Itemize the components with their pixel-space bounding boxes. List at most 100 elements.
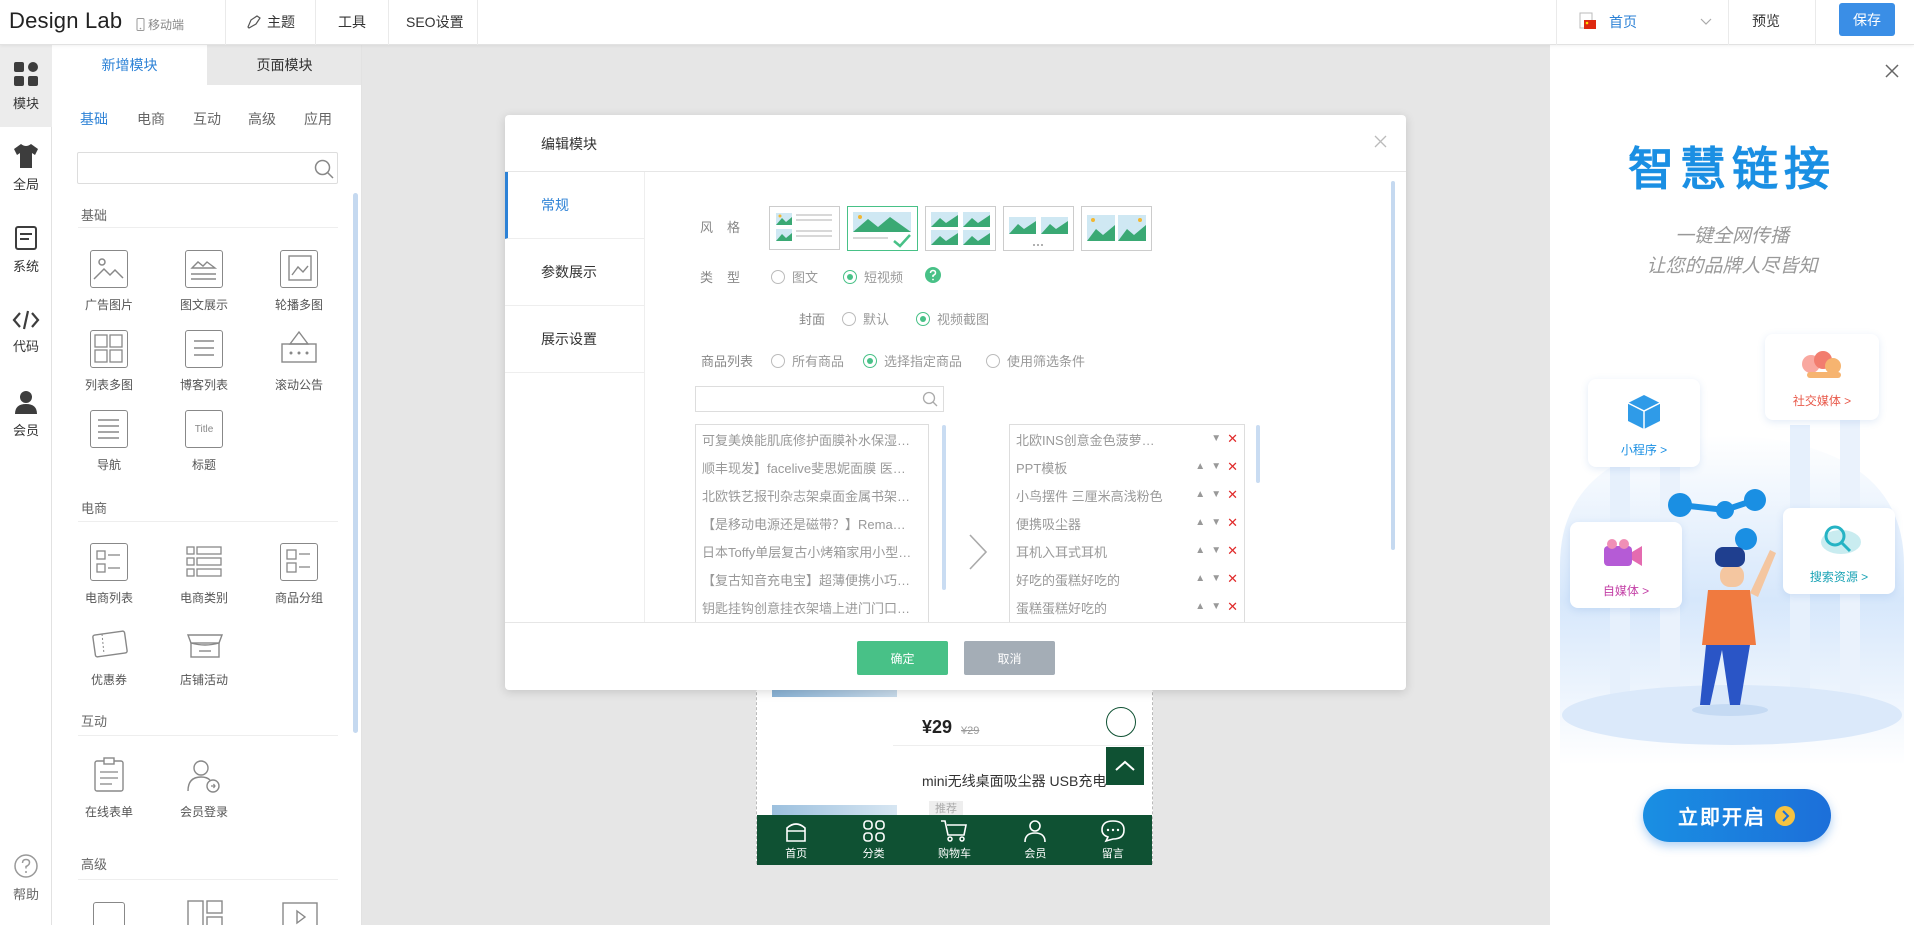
subtab-apps[interactable]: 应用 [304,109,332,129]
module-title[interactable]: Title 标题 [164,410,244,473]
selected-item[interactable]: 好吃的蛋糕好吃的 ▲ ▼ ✕ [1010,565,1244,593]
selected-item[interactable]: 蛋糕蛋糕好吃的 ▲ ▼ ✕ [1010,593,1244,621]
move-down-icon[interactable]: ▼ [1211,462,1221,472]
promo-card-miniprogram[interactable]: 小程序 > [1588,379,1700,467]
delete-icon[interactable]: ✕ [1227,516,1238,529]
move-up-icon[interactable]: ▲ [1195,574,1205,584]
phone-nav-home[interactable]: 首页 [783,819,809,861]
goods-search-input[interactable] [695,386,944,412]
move-down-icon[interactable]: ▼ [1211,574,1221,584]
module-ecom-category[interactable]: 电商类别 [164,543,244,606]
move-down-icon[interactable]: ▼ [1211,518,1221,528]
rail-item-member[interactable]: 会员 [0,373,52,455]
cover-radio-default[interactable]: 默认 [842,309,889,328]
move-up-icon[interactable]: ▲ [1195,490,1205,500]
back-to-top-button[interactable] [1106,747,1144,785]
help-icon[interactable] [925,267,941,283]
phone-nav-message[interactable]: 留言 [1100,819,1126,861]
type-radio-imagetext[interactable]: 图文 [771,267,818,286]
rail-item-help[interactable]: 帮助 [0,843,52,913]
selected-item[interactable]: 北欧INS创意金色菠萝… ▼ ✕ [1010,425,1244,453]
style-option-4[interactable] [1003,206,1074,251]
module-member-login[interactable]: 会员登录 [164,757,244,820]
menu-theme[interactable]: 主题 [245,12,295,32]
module-shop-activity[interactable]: 店铺活动 [164,625,244,688]
module-ad-image[interactable]: 广告图片 [69,250,149,313]
delete-icon[interactable]: ✕ [1227,544,1238,557]
goods-item[interactable]: 【复古知音充电宝】超薄便携小巧… [696,565,928,593]
cover-radio-screenshot[interactable]: 视频截图 [916,309,989,328]
delete-icon[interactable]: ✕ [1227,600,1238,613]
save-button[interactable]: 保存 [1839,3,1895,36]
goods-item[interactable]: 日本Toffy单层复古小烤箱家用小型… [696,537,928,565]
goods-radio-specified[interactable]: 选择指定商品 [863,351,962,370]
rail-item-code[interactable]: 代码 [0,291,52,373]
goods-item[interactable]: 【是移动电源还是磁带？】Rema… [696,509,928,537]
style-option-1[interactable] [769,206,840,250]
module-search-input[interactable] [77,152,338,184]
move-up-icon[interactable]: ▲ [1195,518,1205,528]
goods-item[interactable]: 北欧铁艺报刊杂志架桌面金属书架… [696,481,928,509]
selected-item[interactable]: 耳机入耳式耳机 ▲ ▼ ✕ [1010,537,1244,565]
chevron-right-icon[interactable] [967,533,989,571]
subtab-advanced[interactable]: 高级 [248,109,276,129]
mobile-mode-toggle[interactable]: 移动端 [136,16,184,33]
subtab-basic[interactable]: 基础 [80,109,108,129]
tab-display-settings[interactable]: 展示设置 [505,306,645,373]
move-up-icon[interactable]: ▲ [1195,462,1205,472]
module-advanced-3[interactable] [282,902,318,925]
tab-add-module[interactable]: 新增模块 [52,45,207,85]
move-up-icon[interactable]: ▲ [1195,602,1205,612]
promo-cta-button[interactable]: 立即开启 [1643,789,1831,842]
delete-icon[interactable]: ✕ [1227,488,1238,501]
tab-params[interactable]: 参数展示 [505,239,645,306]
tab-page-module[interactable]: 页面模块 [207,45,361,85]
list-scrollbar[interactable] [942,425,946,590]
delete-icon[interactable]: ✕ [1227,572,1238,585]
close-icon[interactable] [1884,63,1900,79]
module-scroll-notice[interactable]: 滚动公告 [259,330,339,393]
confirm-button[interactable]: 确定 [857,641,948,675]
move-down-icon[interactable]: ▼ [1211,546,1221,556]
module-image-text[interactable]: 图文展示 [164,250,244,313]
module-online-form[interactable]: 在线表单 [69,757,149,820]
page-select[interactable]: 首页 [1578,9,1712,35]
promo-card-selfmedia[interactable]: 自媒体 > [1570,522,1682,608]
selected-item[interactable]: 便携吸尘器 ▲ ▼ ✕ [1010,509,1244,537]
phone-nav-cart[interactable]: 购物车 [938,819,971,861]
rail-item-modules[interactable]: 模块 [0,45,52,127]
dialog-scrollbar[interactable] [1391,181,1395,550]
panel-scrollbar[interactable] [353,193,358,733]
module-coupon[interactable]: 优惠券 [69,625,149,688]
style-option-5[interactable] [1081,206,1152,251]
phone-nav-member[interactable]: 会员 [1023,819,1047,861]
menu-tools[interactable]: 工具 [338,12,366,32]
goods-radio-filter[interactable]: 使用筛选条件 [986,351,1085,370]
move-down-icon[interactable]: ▼ [1211,434,1221,444]
tab-general[interactable]: 常规 [505,172,645,239]
module-list-images[interactable]: 列表多图 [69,330,149,393]
delete-icon[interactable]: ✕ [1227,432,1238,445]
goods-item[interactable]: 可复美焕能肌底修护面膜补水保湿… [696,425,928,453]
cancel-button[interactable]: 取消 [964,641,1055,675]
promo-card-search[interactable]: 搜索资源 > [1783,508,1895,594]
selected-item[interactable]: PPT模板 ▲ ▼ ✕ [1010,453,1244,481]
module-blog-list[interactable]: 博客列表 [164,330,244,393]
move-down-icon[interactable]: ▼ [1211,490,1221,500]
cart-add-icon[interactable] [1106,707,1136,737]
promo-card-social[interactable]: 社交媒体 > [1765,334,1879,420]
preview-button[interactable]: 预览 [1752,11,1780,31]
type-radio-shortvideo[interactable]: 短视频 [843,267,903,286]
module-carousel[interactable]: 轮播多图 [259,250,339,313]
delete-icon[interactable]: ✕ [1227,460,1238,473]
subtab-ecommerce[interactable]: 电商 [137,109,165,129]
move-down-icon[interactable]: ▼ [1211,602,1221,612]
style-option-3[interactable] [925,206,996,251]
phone-nav-category[interactable]: 分类 [862,819,886,861]
rail-item-system[interactable]: 系统 [0,209,52,291]
rail-item-global[interactable]: 全局 [0,127,52,209]
selected-item[interactable]: 小鸟摆件 三厘米高浅粉色 ▲ ▼ ✕ [1010,481,1244,509]
goods-item[interactable]: 顺丰现发】facelive斐思妮面膜 医… [696,453,928,481]
module-advanced-2[interactable] [187,900,223,925]
module-product-group[interactable]: 商品分组 [259,543,339,606]
